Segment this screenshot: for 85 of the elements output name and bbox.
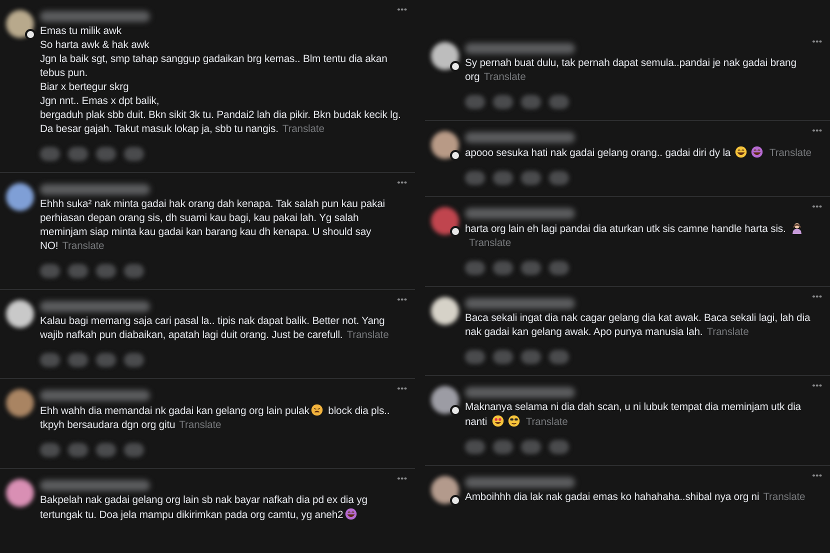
blurred-action[interactable] — [549, 171, 569, 185]
translate-link[interactable]: Translate — [469, 238, 512, 249]
blurred-action[interactable] — [493, 171, 513, 185]
blurred-action[interactable] — [521, 261, 541, 275]
comment-text: apooo sesuka hati nak gadai gelang orang.. gadai diri dy la Translate — [465, 146, 812, 161]
blurred-action[interactable] — [124, 264, 144, 278]
comment-text: harta org lain eh lagi pandai dia aturkan utk sis camne handle harta sis. Translate — [465, 222, 822, 251]
blurred-action[interactable] — [549, 261, 569, 275]
blurred-action[interactable] — [124, 353, 144, 367]
more-options-icon[interactable] — [812, 384, 822, 387]
translate-link[interactable]: Translate — [179, 420, 222, 431]
comment-text: Sy pernah buat dulu, tak pernah dapat semula..pandai je nak gadai brang org Translate — [465, 57, 798, 85]
avatar[interactable] — [431, 297, 459, 325]
translate-link[interactable]: Translate — [346, 330, 389, 341]
blurred-action[interactable] — [124, 147, 144, 161]
blurred-action[interactable] — [521, 95, 541, 109]
blurred-action[interactable] — [465, 261, 485, 275]
translate-link[interactable]: Translate — [763, 492, 806, 503]
blurred-action[interactable] — [96, 264, 116, 278]
blurred-action[interactable] — [96, 443, 116, 457]
comment-text: Maknanya selama ni dia dah scan, u ni lubuk tempat dia meminjam utk dia nanti Translate — [465, 401, 802, 430]
blurred-action[interactable] — [465, 171, 485, 185]
blurred-action[interactable] — [68, 443, 88, 457]
avatar[interactable] — [6, 183, 34, 211]
blurred-action[interactable] — [521, 350, 541, 364]
avatar[interactable] — [6, 300, 34, 328]
translate-link[interactable]: Translate — [769, 148, 812, 159]
comment-text: Bakpelah nak gadai gelang org lain sb nak bayar nafkah dia pd ex dia yg tertungak tu. Doa jela mampu dikirimkan pada org camtu, yg aneh2 — [40, 494, 368, 523]
blurred-action[interactable] — [40, 264, 60, 278]
blurred-action[interactable] — [521, 440, 541, 454]
blurred-action[interactable] — [521, 171, 541, 185]
blurred-action[interactable] — [493, 350, 513, 364]
more-options-icon[interactable] — [812, 205, 822, 208]
avatar[interactable] — [431, 386, 459, 414]
avatar[interactable] — [431, 476, 459, 504]
more-options-icon[interactable] — [397, 387, 407, 390]
blurred-action[interactable] — [40, 147, 60, 161]
blurred-action[interactable] — [68, 147, 88, 161]
translate-link[interactable]: Translate — [484, 72, 526, 83]
rofl-emoji-icon — [345, 508, 358, 520]
translate-link[interactable]: Translate — [282, 124, 324, 135]
translate-link[interactable]: Translate — [706, 327, 749, 338]
blurred-action[interactable] — [68, 264, 88, 278]
translate-link[interactable]: Translate — [62, 241, 104, 252]
blurred-action[interactable] — [465, 350, 485, 364]
more-options-icon[interactable] — [397, 8, 407, 11]
heart-eyes-emoji-icon — [492, 415, 504, 427]
avatar[interactable] — [431, 207, 459, 235]
more-options-icon[interactable] — [812, 295, 822, 298]
blurred-action[interactable] — [493, 95, 513, 109]
translate-link[interactable]: Translate — [526, 417, 568, 428]
avatar[interactable] — [431, 131, 459, 159]
person-icon — [790, 222, 803, 234]
rofl-emoji-icon — [751, 146, 764, 158]
avatar[interactable] — [6, 479, 34, 507]
comment-text: Ehh wahh dia memandai nk gadai kan gelang org lain pulak block dia pls.. tkpyh bersaudara dgn org gitu Translate — [40, 404, 391, 433]
blurred-action[interactable] — [96, 147, 116, 161]
more-options-icon[interactable] — [812, 474, 822, 477]
blurred-action[interactable] — [68, 353, 88, 367]
grin-emoji-icon — [735, 146, 748, 158]
more-options-icon[interactable] — [812, 129, 822, 132]
blurred-action[interactable] — [124, 443, 144, 457]
blurred-action[interactable] — [493, 440, 513, 454]
cool-emoji-icon — [508, 415, 520, 427]
more-options-icon[interactable] — [812, 40, 822, 43]
comment-text: Ehhh suka² nak minta gadai hak orang dah kenapa. Tak salah pun kau pakai perhiasan depan orang sis, dh suami kau bagi, kau pakai lah. Yg salah meminjam siap minta kau gadai kan barang kau dh kenapa. U should say NO! Translate — [40, 198, 386, 254]
comment-text: Baca sekali ingat dia nak cagar gelang dia kat awak. Baca sekali lagi, lah dia nak gadai kan gelang awak. Apo punya manusia lah. Translate — [465, 312, 812, 340]
comment-text: Kalau bagi memang saja cari pasal la.. tipis nak dapat balik. Better not. Yang wajib nafkah pun diabaikan, apatah lagi duit orang. Just be carefull. Translate — [40, 315, 390, 343]
blurred-action[interactable] — [493, 261, 513, 275]
comment-text: Emas tu milik awk So harta awk & hak awk Jgn la baik sgt, smp tahap sanggup gadaikan brg kemas.. Blm tentu dia akan tebus pun. Biar x bertegur skrg Jgn nnt.. Emas x dpt balik, bergaduh plak sbb duit. Bkn sikit 3k tu. Pandai2 lah dia pikir. Bkn budak kecik lg. Da besar gajah. Takut masuk lokap ja, sbb tu nangis. Translate — [40, 25, 402, 137]
comment-text: Amboihhh dia lak nak gadai emas ko hahahaha..shibal nya org ni Translate — [465, 491, 806, 505]
blurred-action[interactable] — [40, 443, 60, 457]
blurred-action[interactable] — [96, 353, 116, 367]
blurred-action[interactable] — [549, 350, 569, 364]
avatar[interactable] — [6, 10, 34, 38]
blurred-action[interactable] — [465, 440, 485, 454]
more-options-icon[interactable] — [397, 181, 407, 184]
weary-emoji-icon — [311, 404, 324, 416]
blurred-action[interactable] — [40, 353, 60, 367]
blurred-action[interactable] — [549, 95, 569, 109]
blurred-action[interactable] — [465, 95, 485, 109]
blurred-action[interactable] — [549, 440, 569, 454]
avatar[interactable] — [431, 42, 459, 70]
more-options-icon[interactable] — [397, 298, 407, 301]
more-options-icon[interactable] — [397, 477, 407, 480]
